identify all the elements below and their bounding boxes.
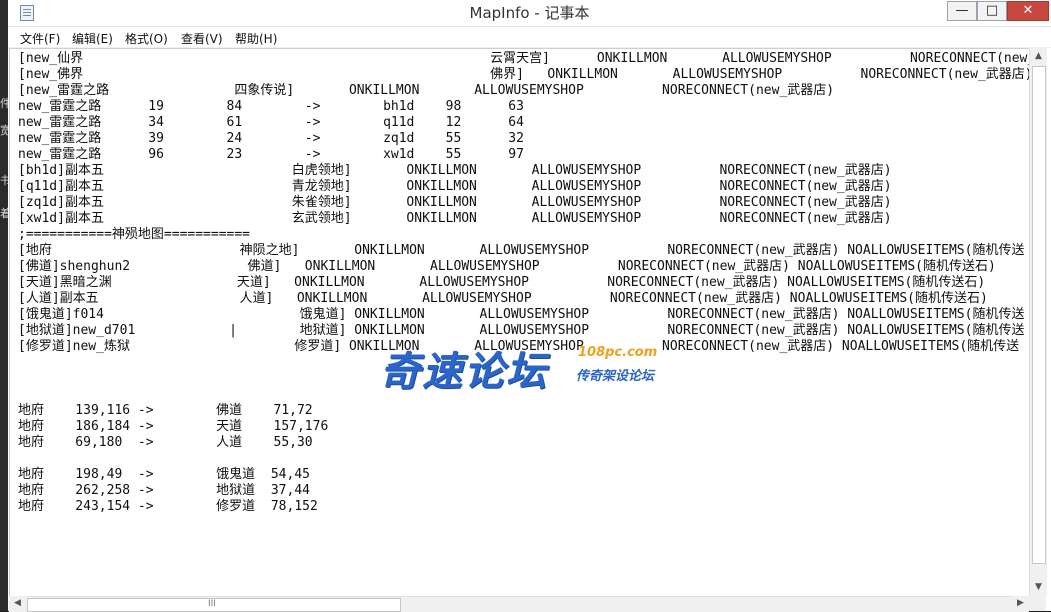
text-line[interactable]: [天道]黑暗之渊 天道] ONKILLMON ALLOWUSEMYSHOP NO… (18, 275, 1030, 291)
text-line[interactable]: new_雷霆之路 19 84 -> bh1d 98 63 (18, 99, 1030, 115)
title-bar[interactable]: MapInfo - 记事本 — □ ✕ (8, 0, 1051, 27)
text-line[interactable]: [人道]副本五 人道] ONKILLMON ALLOWUSEMYSHOP NOR… (18, 291, 1030, 307)
minimize-button[interactable]: — (947, 1, 977, 21)
text-line[interactable] (18, 451, 1030, 467)
text-line[interactable]: 地府 262,258 -> 地狱道 37,44 (18, 483, 1030, 499)
menu-format[interactable]: 格式(O) (125, 30, 168, 47)
scroll-down-icon[interactable]: ▼ (1030, 579, 1047, 596)
text-line[interactable]: [new_仙界 云霄天宫] ONKILLMON ALLOWUSEMYSHOP N… (18, 51, 1030, 67)
vertical-scroll-thumb[interactable] (1032, 66, 1046, 564)
horizontal-scrollbar[interactable]: ◀ III ▶ (9, 596, 1029, 612)
text-line[interactable]: [q11d]副本五 青龙领地] ONKILLMON ALLOWUSEMYSHOP… (18, 179, 1030, 195)
text-line[interactable]: 地府 186,184 -> 天道 157,176 (18, 419, 1030, 435)
text-editor[interactable]: [new_仙界 云霄天宫] ONKILLMON ALLOWUSEMYSHOP N… (9, 48, 1030, 597)
notepad-window: MapInfo - 记事本 — □ ✕ 文件(F) 编辑(E) 格式(O) 查看… (8, 0, 1051, 612)
menu-view[interactable]: 查看(V) (181, 30, 223, 47)
desktop-edge: 件 宽 书 着 (0, 0, 11, 611)
text-line[interactable]: [地府 神陨之地] ONKILLMON ALLOWUSEMYSHOP NOREC… (18, 243, 1030, 259)
text-line[interactable]: [佛道]shenghun2 佛道] ONKILLMON ALLOWUSEMYSH… (18, 259, 1030, 275)
horizontal-scroll-thumb[interactable]: III (27, 598, 401, 612)
text-line[interactable]: [饿鬼道]f014 饿鬼道] ONKILLMON ALLOWUSEMYSHOP … (18, 307, 1030, 323)
text-line[interactable]: 地府 243,154 -> 修罗道 78,152 (18, 499, 1030, 515)
watermark-subtitle: 传奇架设论坛 (576, 369, 655, 384)
text-line[interactable]: 地府 69,180 -> 人道 55,30 (18, 435, 1030, 451)
close-button[interactable]: ✕ (1007, 1, 1049, 21)
scroll-right-icon[interactable]: ▶ (1012, 596, 1029, 611)
editor-content[interactable]: [new_仙界 云霄天宫] ONKILLMON ALLOWUSEMYSHOP N… (18, 51, 1030, 515)
text-line[interactable]: 地府 198,49 -> 饿鬼道 54,45 (18, 467, 1030, 483)
text-line[interactable]: [new_佛界 佛界] ONKILLMON ALLOWUSEMYSHOP NOR… (18, 67, 1030, 83)
text-line[interactable]: 地府 139,116 -> 佛道 71,72 (18, 403, 1030, 419)
text-line[interactable]: new_雷霆之路 39 24 -> zq1d 55 32 (18, 131, 1030, 147)
text-line[interactable]: [zq1d]副本五 朱雀领地] ONKILLMON ALLOWUSEMYSHOP… (18, 195, 1030, 211)
watermark-title: 奇速论坛 (380, 349, 548, 395)
menu-help[interactable]: 帮助(H) (235, 30, 277, 47)
text-line[interactable]: [new_雷霆之路 四象传说] ONKILLMON ALLOWUSEMYSHOP… (18, 83, 1030, 99)
menu-bar: 文件(F) 编辑(E) 格式(O) 查看(V) 帮助(H) (8, 27, 1051, 48)
text-line[interactable]: new_雷霆之路 96 23 -> xw1d 55 97 (18, 147, 1030, 163)
scroll-up-icon[interactable]: ▲ (1030, 48, 1047, 65)
grip-icon: III (208, 599, 216, 609)
menu-edit[interactable]: 编辑(E) (72, 30, 113, 47)
scroll-left-icon[interactable]: ◀ (9, 596, 26, 611)
text-line[interactable]: new_雷霆之路 34 61 -> q11d 12 64 (18, 115, 1030, 131)
text-line[interactable]: [地狱道]new_d701 | 地狱道] ONKILLMON ALLOWUSEM… (18, 323, 1030, 339)
scrollbar-corner (1029, 596, 1046, 611)
vertical-scrollbar[interactable]: ▲ ▼ (1029, 48, 1047, 596)
window-title: MapInfo - 记事本 (469, 4, 590, 22)
menu-file[interactable]: 文件(F) (20, 30, 60, 47)
maximize-button[interactable]: □ (977, 1, 1007, 21)
watermark-url: 108pc.com (578, 345, 658, 360)
text-line[interactable]: [bh1d]副本五 白虎领地] ONKILLMON ALLOWUSEMYSHOP… (18, 163, 1030, 179)
watermark-logo: 奇速论坛 108pc.com 传奇架设论坛 (380, 339, 700, 399)
text-line[interactable]: [xw1d]副本五 玄武领地] ONKILLMON ALLOWUSEMYSHOP… (18, 211, 1030, 227)
text-line[interactable]: ;===========神殒地图=========== (18, 227, 1030, 243)
